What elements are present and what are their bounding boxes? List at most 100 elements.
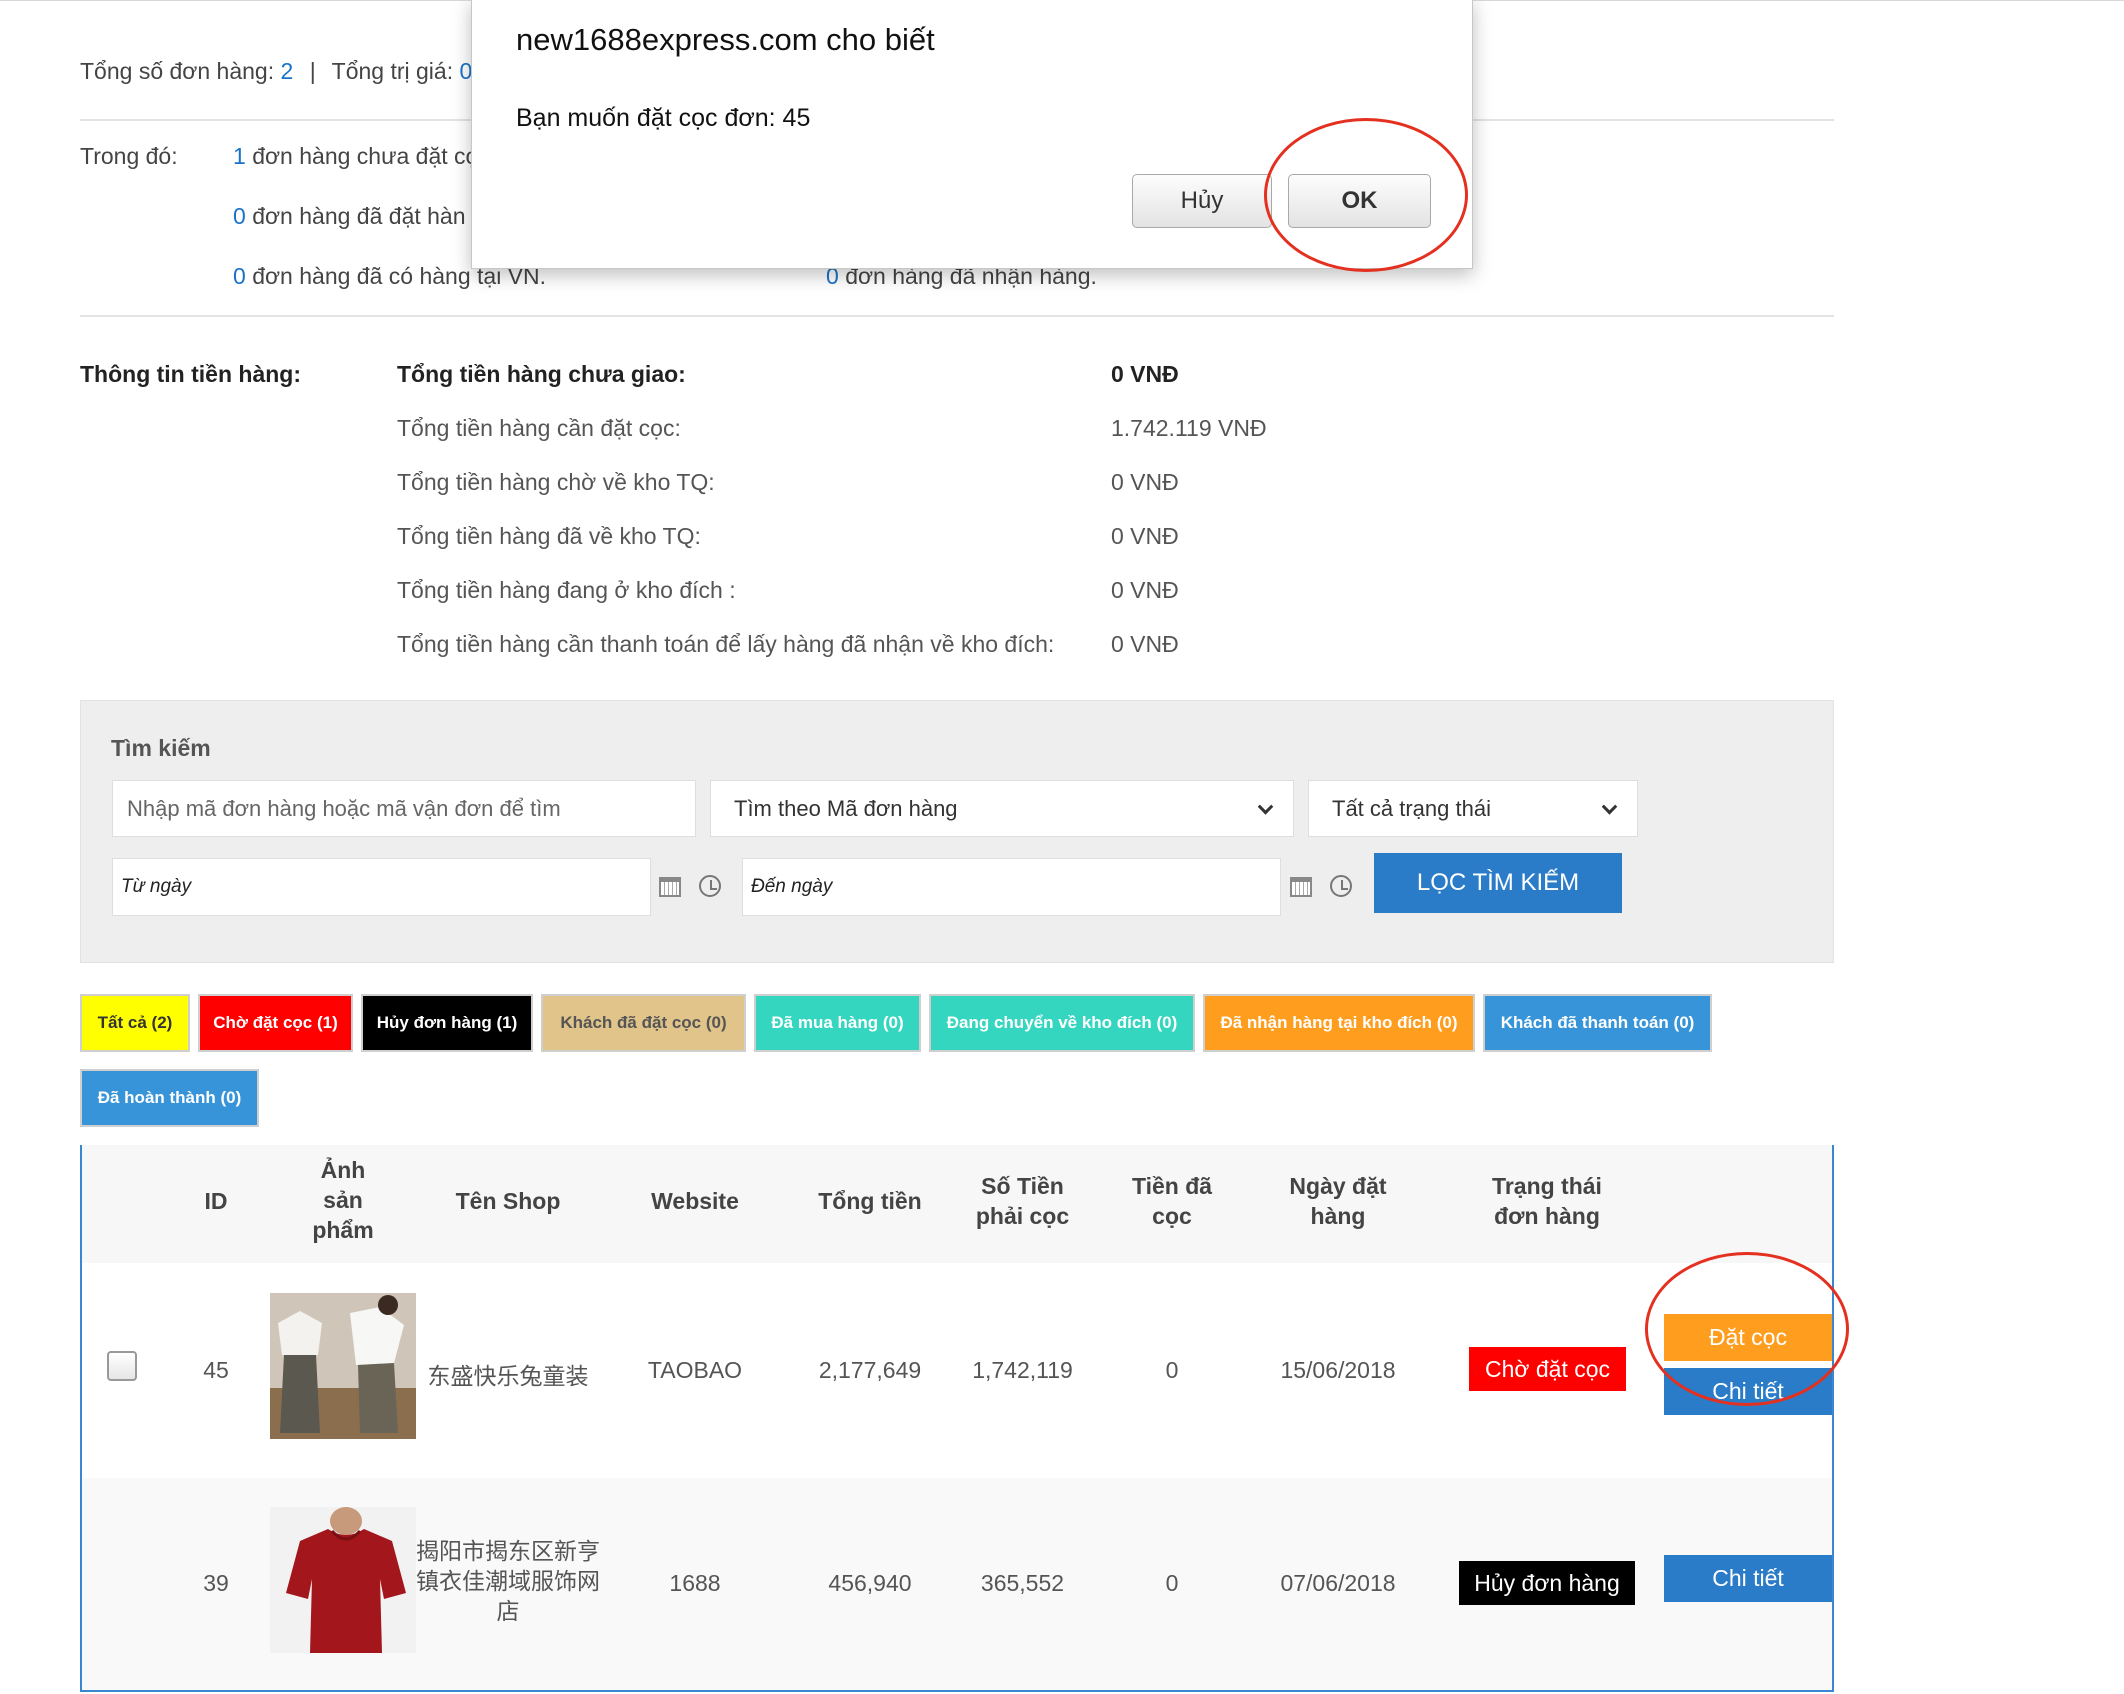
search-title: Tìm kiếm <box>111 735 211 761</box>
col-deposit-required: Số Tiền phải cọc <box>955 1171 1090 1231</box>
col-image-line: sản <box>323 1187 363 1213</box>
dialog-cancel-button[interactable]: Hủy <box>1132 174 1272 228</box>
col-status: Trạng thái đơn hàng <box>1462 1171 1632 1231</box>
total-value-label: Tổng trị giá: <box>331 58 454 84</box>
money-value: 1.742.119 VNĐ <box>1111 415 1267 441</box>
calendar-icon[interactable] <box>659 877 681 897</box>
money-value: 0 VNĐ <box>1111 523 1179 549</box>
count-link[interactable]: 0 <box>233 203 246 229</box>
col-line: cọc <box>1152 1203 1192 1229</box>
money-info-title: Thông tin tiền hàng: <box>80 361 302 387</box>
cell-deposited: 0 <box>1165 1570 1179 1596</box>
col-image-line: Ảnh <box>320 1157 366 1183</box>
annotation-circle <box>1264 118 1468 272</box>
calendar-icon[interactable] <box>1290 877 1312 897</box>
money-label: Tổng tiền hàng cần đặt cọc: <box>397 415 681 441</box>
money-value: 0 VNĐ <box>1111 577 1179 603</box>
dialog-title: new1688express.com cho biết <box>516 22 935 57</box>
search-by-value: Tìm theo Mã đơn hàng <box>734 795 958 821</box>
tab-in-transit[interactable]: Đang chuyển về kho đích (0) <box>929 994 1195 1052</box>
clock-icon[interactable] <box>699 875 721 897</box>
of-which-label: Trong đó: <box>80 143 178 169</box>
summary-line-ordered: 0 đơn hàng đã đặt hàn <box>233 203 466 230</box>
cell-website: TAOBAO <box>647 1357 743 1383</box>
cell-id: 45 <box>203 1357 229 1383</box>
cell-shop: 东盛快乐兔童装 <box>427 1363 589 1389</box>
divider <box>80 315 1834 317</box>
money-label: Tổng tiền hàng chờ về kho TQ: <box>397 469 715 495</box>
tab-cancelled[interactable]: Hủy đơn hàng (1) <box>361 994 533 1052</box>
annotation-circle <box>1645 1252 1849 1406</box>
summary-line-text: đơn hàng đã đặt hàn <box>252 203 466 229</box>
dialog-message: Bạn muốn đặt cọc đơn: 45 <box>516 104 811 132</box>
tab-completed[interactable]: Đã hoàn thành (0) <box>80 1069 259 1127</box>
status-badge: Hủy đơn hàng <box>1459 1561 1635 1605</box>
tab-customer-deposited[interactable]: Khách đã đặt cọc (0) <box>541 994 746 1052</box>
col-line: hàng <box>1310 1203 1366 1229</box>
to-date-input[interactable]: Đến ngày <box>742 858 1281 916</box>
search-input[interactable]: Nhập mã đơn hàng hoặc mã vận đơn để tìm <box>112 780 696 837</box>
total-orders: Tổng số đơn hàng: 2 | Tổng trị giá: 0 <box>80 58 472 85</box>
status-value: Tất cả trạng thái <box>1332 795 1491 821</box>
total-orders-value[interactable]: 2 <box>281 58 294 84</box>
summary-line-text: đơn hàng chưa đặt cọ <box>252 143 479 169</box>
tab-all[interactable]: Tất cả (2) <box>80 994 190 1052</box>
product-image-tshirt <box>270 1507 416 1653</box>
shop-line: 店 <box>496 1598 520 1624</box>
col-line: Trạng thái <box>1492 1173 1602 1199</box>
tab-awaiting-deposit[interactable]: Chờ đặt cọc (1) <box>198 994 353 1052</box>
filter-search-button[interactable]: LỌC TÌM KIẾM <box>1374 853 1622 913</box>
col-line: phải cọc <box>975 1203 1070 1229</box>
detail-button[interactable]: Chi tiết <box>1664 1555 1832 1602</box>
col-website: Website <box>651 1188 739 1214</box>
cell-deposit-required: 1,742,119 <box>972 1357 1073 1383</box>
product-image[interactable] <box>270 1293 416 1439</box>
count-link[interactable]: 0 <box>233 263 246 289</box>
product-image[interactable] <box>270 1507 416 1653</box>
money-value: 0 VNĐ <box>1111 631 1179 657</box>
cell-shop: 揭阳市揭东区新亨 镇衣佳潮域服饰网 店 <box>412 1536 604 1626</box>
col-line: đơn hàng <box>1494 1203 1600 1229</box>
product-image-clothes <box>270 1293 416 1439</box>
cell-deposit-required: 365,552 <box>980 1570 1065 1596</box>
tab-received-at-warehouse[interactable]: Đã nhận hàng tại kho đích (0) <box>1203 994 1475 1052</box>
money-value: 0 VNĐ <box>1111 469 1179 495</box>
money-label: Tổng tiền hàng chưa giao: <box>397 361 686 387</box>
col-deposited: Tiền đã cọc <box>1107 1171 1237 1231</box>
chevron-down-icon <box>1257 798 1274 815</box>
col-order-date: Ngày đặt hàng <box>1263 1171 1413 1231</box>
status-badge: Chờ đặt cọc <box>1469 1347 1626 1391</box>
money-label: Tổng tiền hàng đã về kho TQ: <box>397 523 701 549</box>
money-value: 0 VNĐ <box>1111 361 1179 387</box>
cell-total: 2,177,649 <box>818 1357 922 1383</box>
clock-icon[interactable] <box>1330 875 1352 897</box>
cell-order-date: 15/06/2018 <box>1280 1357 1396 1383</box>
from-date-input[interactable]: Từ ngày <box>112 858 651 916</box>
col-id: ID <box>204 1188 228 1214</box>
count-link[interactable]: 1 <box>233 143 246 169</box>
shop-line: 镇衣佳潮域服饰网 <box>416 1568 600 1594</box>
col-shop: Tên Shop <box>455 1188 561 1214</box>
row-checkbox[interactable] <box>107 1351 137 1381</box>
cell-website: 1688 <box>669 1570 721 1596</box>
chevron-down-icon <box>1601 798 1618 815</box>
col-line: Tiền đã <box>1131 1173 1213 1199</box>
search-by-select[interactable]: Tìm theo Mã đơn hàng <box>710 780 1294 837</box>
money-label: Tổng tiền hàng đang ở kho đích : <box>397 577 736 603</box>
cell-order-date: 07/06/2018 <box>1280 1570 1396 1596</box>
col-image: Ảnh sản phẩm <box>283 1155 403 1245</box>
shop-line: 揭阳市揭东区新亨 <box>416 1538 600 1564</box>
col-total: Tổng tiền <box>818 1188 922 1214</box>
summary-line-unpaid: 1 đơn hàng chưa đặt cọ <box>233 143 478 170</box>
cell-id: 39 <box>203 1570 229 1596</box>
separator: | <box>309 58 316 84</box>
total-orders-label: Tổng số đơn hàng: <box>80 58 275 84</box>
money-label: Tổng tiền hàng cần thanh toán để lấy hàn… <box>397 631 1055 657</box>
cell-total: 456,940 <box>828 1570 912 1596</box>
col-line: Số Tiền <box>981 1173 1064 1199</box>
status-select[interactable]: Tất cả trạng thái <box>1308 780 1638 837</box>
tab-customer-paid[interactable]: Khách đã thanh toán (0) <box>1483 994 1712 1052</box>
col-image-line: phẩm <box>312 1217 374 1243</box>
cell-deposited: 0 <box>1165 1357 1179 1383</box>
tab-purchased[interactable]: Đã mua hàng (0) <box>754 994 921 1052</box>
